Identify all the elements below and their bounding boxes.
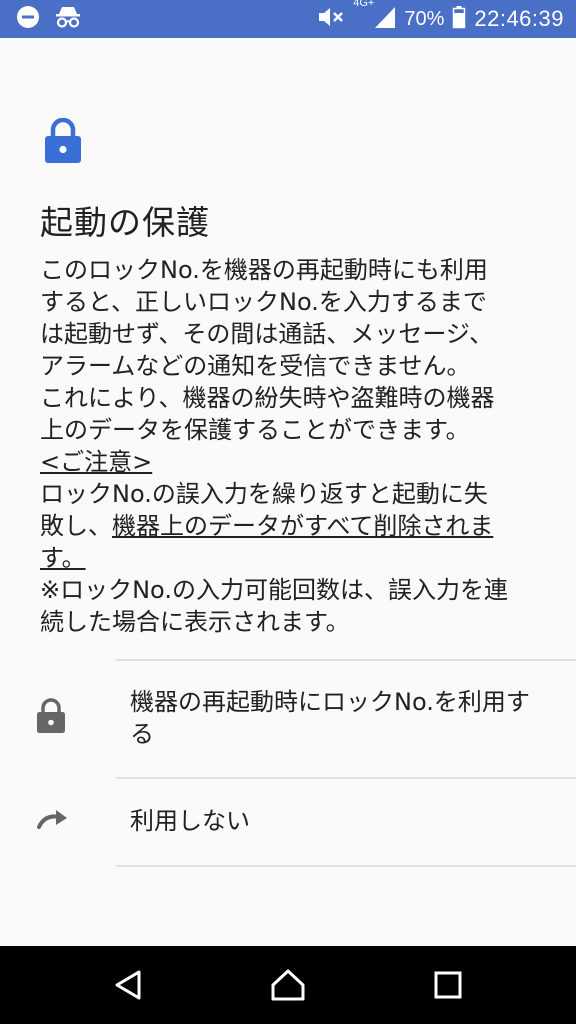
description-line: アラームなどの通知を受信できません。 xyxy=(40,352,471,380)
description-line: これにより、機器の紛失時や盗難時の機器 xyxy=(40,384,495,412)
incognito-icon xyxy=(54,5,82,33)
mute-icon xyxy=(317,5,345,33)
description: このロックNo.を機器の再起動時にも利用 すると、正しいロックNo.を入力するま… xyxy=(40,254,540,638)
skip-option-label: 利用しない xyxy=(130,807,250,835)
page-title: 起動の保護 xyxy=(40,203,210,242)
skip-option[interactable]: 利用しない xyxy=(0,778,576,864)
network-indicator: 4G+ xyxy=(353,0,396,33)
description-line: すると、正しいロックNo.を入力するまで xyxy=(40,288,487,316)
network-type: 4G+ xyxy=(353,0,375,9)
status-left xyxy=(16,5,82,33)
home-icon[interactable] xyxy=(268,965,308,1005)
note-line: ※ロックNo.の入力可能回数は、誤入力を連 xyxy=(40,576,508,604)
warning-line-underlined: 機器上のデータがすべて削除されま xyxy=(112,512,494,540)
divider xyxy=(116,865,576,867)
battery-icon xyxy=(452,5,466,33)
warning-line: ロックNo.の誤入力を繰り返すと起動に失 xyxy=(40,480,488,508)
use-lock-option-label: 機器の再起動時にロックNo.を利用する xyxy=(130,688,530,748)
status-time: 22:46:39 xyxy=(474,6,564,31)
main-content: 起動の保護 このロックNo.を機器の再起動時にも利用 すると、正しいロックNo.… xyxy=(0,38,576,946)
description-line: 上のデータを保護することができます。 xyxy=(40,416,470,444)
signal-icon xyxy=(374,5,396,33)
description-line: は起動せず、その間は通話、メッセージ、 xyxy=(40,320,494,348)
battery-percent: 70% xyxy=(404,7,445,30)
status-bar: 4G+ 70% 22:46:39 xyxy=(0,0,576,38)
status-right: 4G+ 70% 22:46:39 xyxy=(317,0,564,38)
notice-heading: <ご注意> xyxy=(40,448,153,476)
warning-line-underlined: す。 xyxy=(40,544,86,572)
redo-arrow-icon xyxy=(36,807,70,835)
lock-icon xyxy=(44,117,82,168)
use-lock-on-boot-option[interactable]: 機器の再起動時にロックNo.を利用する xyxy=(0,660,576,776)
note-line: 続した場合に表示されます。 xyxy=(40,608,350,636)
lock-icon xyxy=(36,698,66,738)
navigation-bar xyxy=(0,946,576,1024)
warning-line-plain: 敗し、 xyxy=(40,512,112,540)
description-line: このロックNo.を機器の再起動時にも利用 xyxy=(40,256,488,284)
recents-icon[interactable] xyxy=(428,965,468,1005)
dnd-icon xyxy=(16,5,40,33)
back-icon[interactable] xyxy=(108,965,148,1005)
